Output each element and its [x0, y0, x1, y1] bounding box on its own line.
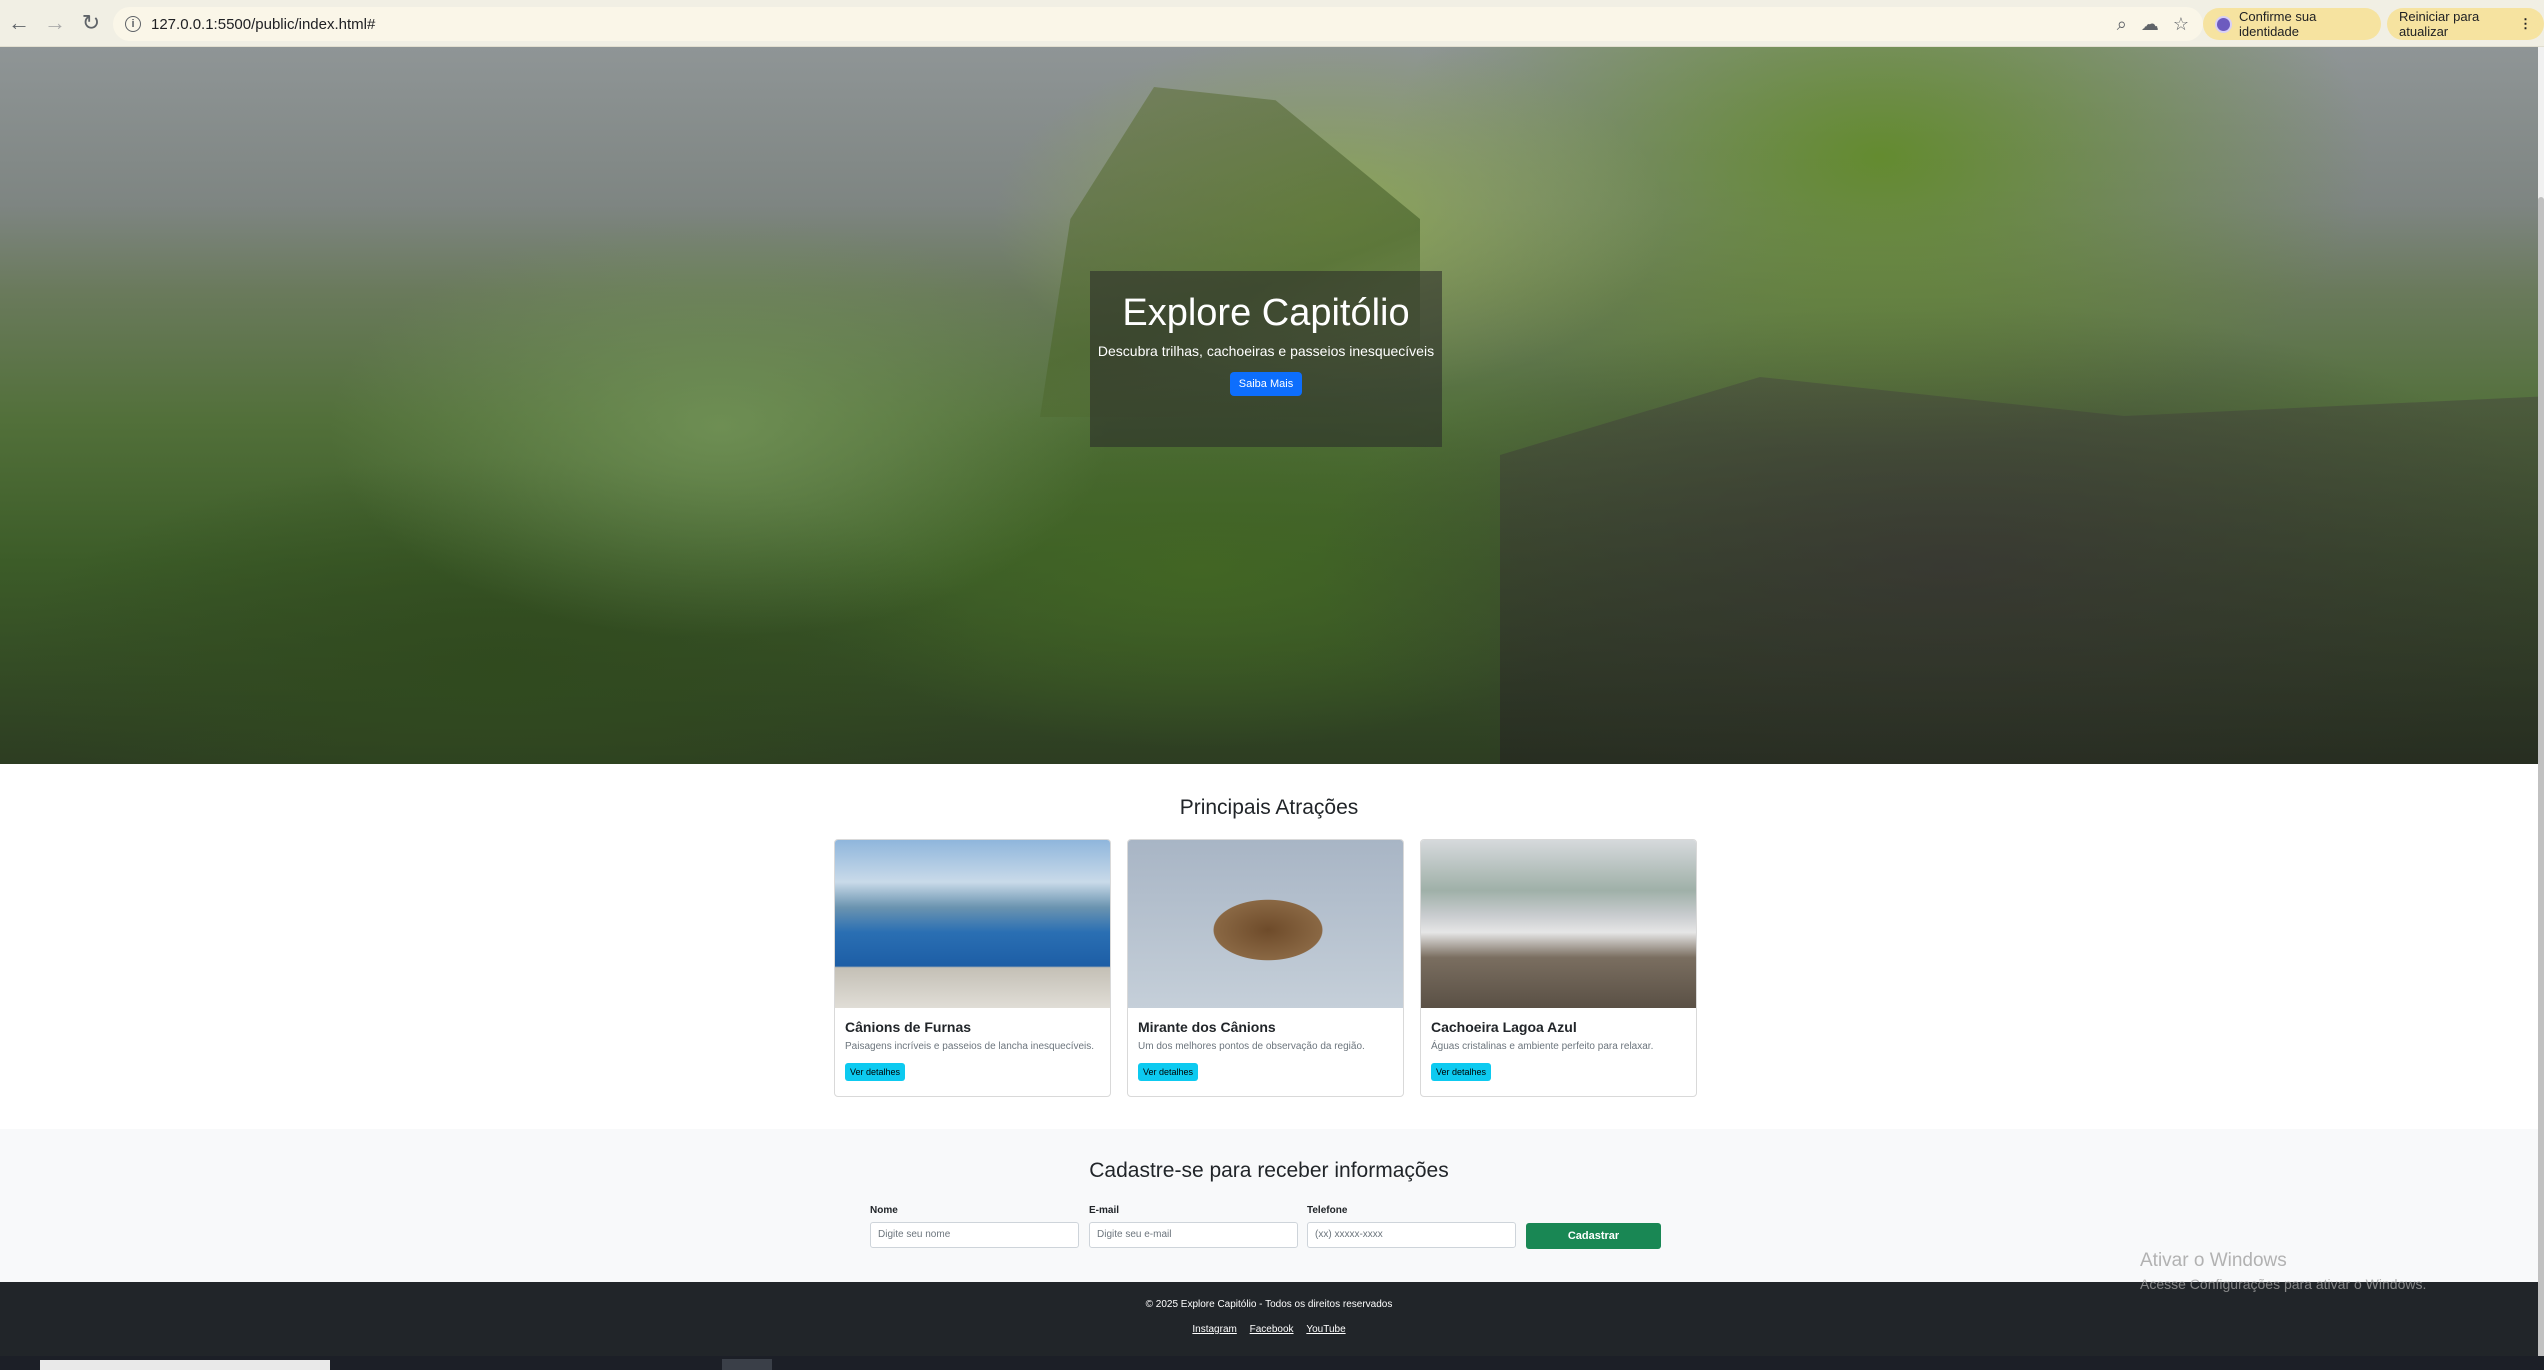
taskbar-search-box[interactable]: [40, 1360, 330, 1370]
update-button[interactable]: Reiniciar para atualizar ⋮: [2387, 8, 2544, 40]
ver-detalhes-button[interactable]: Ver detalhes: [1431, 1063, 1492, 1081]
name-field-group: Nome Digite seu nome: [870, 1205, 1079, 1248]
email-input[interactable]: Digite seu e-mail: [1089, 1222, 1298, 1248]
watermark-title: Ativar o Windows: [2140, 1250, 2287, 1271]
menu-dots-icon[interactable]: ⋮: [2519, 16, 2532, 32]
taskbar: [0, 1356, 2544, 1370]
attraction-card: Cânions de Furnas Paisagens incríveis e …: [834, 839, 1111, 1097]
phone-field-group: Telefone (xx) xxxxx-xxxx: [1307, 1205, 1516, 1248]
footer: © 2025 Explore Capitólio - Todos os dire…: [0, 1282, 2538, 1356]
card-text: Paisagens incríveis e passeios de lancha…: [845, 1041, 1095, 1052]
email-label: E-mail: [1089, 1205, 1120, 1216]
phone-input[interactable]: (xx) xxxxx-xxxx: [1307, 1222, 1516, 1248]
email-field-group: E-mail Digite seu e-mail: [1089, 1205, 1298, 1248]
address-bar[interactable]: i 127.0.0.1:5500/public/index.html# ⌕ ☁ …: [113, 7, 2203, 41]
canyon-lake-image: [835, 840, 1110, 1008]
ver-detalhes-button[interactable]: Ver detalhes: [845, 1063, 906, 1081]
omnibox-actions: ⌕ ☁ ☆: [2117, 7, 2203, 41]
identity-label: Confirme sua identidade: [2239, 9, 2317, 39]
name-label: Nome: [870, 1205, 898, 1216]
forward-icon[interactable]: →: [38, 6, 72, 40]
taskbar-app-icon[interactable]: [722, 1359, 772, 1370]
attractions-heading: Principais Atrações: [1179, 796, 1359, 819]
windows-activation-watermark: Ativar o Windows Acesse Configurações pa…: [2140, 1250, 2426, 1292]
zoom-icon[interactable]: ⌕: [2117, 14, 2127, 35]
hero-title: Explore Capitólio: [1122, 292, 1410, 334]
card-title: Mirante dos Cânions: [1138, 1019, 1276, 1035]
attraction-card: Cachoeira Lagoa Azul Águas cristalinas e…: [1420, 839, 1697, 1097]
bear-image: [1421, 840, 1696, 1008]
cadastrar-button[interactable]: Cadastrar: [1526, 1223, 1661, 1249]
card-text: Um dos melhores pontos de observação da …: [1138, 1041, 1365, 1052]
reload-icon[interactable]: ↻: [74, 6, 108, 40]
hero-overlay: Explore Capitólio Descubra trilhas, cach…: [1090, 271, 1442, 447]
card-title: Cachoeira Lagoa Azul: [1431, 1019, 1577, 1035]
identity-button[interactable]: Confirme sua identidade: [2203, 8, 2381, 40]
url-text: 127.0.0.1:5500/public/index.html#: [151, 15, 376, 33]
site-info-icon[interactable]: i: [125, 16, 141, 32]
update-label: Reiniciar para atualizar: [2399, 9, 2480, 39]
youtube-link[interactable]: YouTube: [1306, 1324, 1345, 1335]
facebook-link[interactable]: Facebook: [1250, 1324, 1294, 1335]
watermark-text: Acesse Configurações para ativar o Windo…: [2140, 1276, 2427, 1292]
profile-avatar-icon: [2215, 15, 2232, 33]
install-app-icon[interactable]: ☁: [2141, 14, 2159, 35]
vulture-image: [1128, 840, 1403, 1008]
name-input[interactable]: Digite seu nome: [870, 1222, 1079, 1248]
scrollbar-thumb[interactable]: [2538, 197, 2544, 1367]
hero-subtitle: Descubra trilhas, cachoeiras e passeios …: [1097, 343, 1435, 359]
instagram-link[interactable]: Instagram: [1192, 1324, 1236, 1335]
card-title: Cânions de Furnas: [845, 1019, 972, 1035]
saiba-mais-button[interactable]: Saiba Mais: [1229, 372, 1303, 396]
card-text: Águas cristalinas e ambiente perfeito pa…: [1431, 1041, 1654, 1052]
ver-detalhes-button[interactable]: Ver detalhes: [1138, 1063, 1199, 1081]
attraction-card: Mirante dos Cânions Um dos melhores pont…: [1127, 839, 1404, 1097]
signup-heading: Cadastre-se para receber informações: [1089, 1159, 1449, 1182]
hero-section: Explore Capitólio Descubra trilhas, cach…: [0, 47, 2538, 764]
attractions-section: Principais Atrações Cânions de Furnas Pa…: [0, 764, 2538, 1129]
page-scrollbar[interactable]: [2538, 47, 2544, 1367]
browser-toolbar: ← → ↻ i 127.0.0.1:5500/public/index.html…: [0, 0, 2544, 47]
back-icon[interactable]: ←: [2, 6, 36, 40]
social-links: Instagram Facebook YouTube: [0, 1324, 2538, 1335]
bookmark-star-icon[interactable]: ☆: [2173, 14, 2189, 35]
phone-label: Telefone: [1307, 1205, 1348, 1216]
